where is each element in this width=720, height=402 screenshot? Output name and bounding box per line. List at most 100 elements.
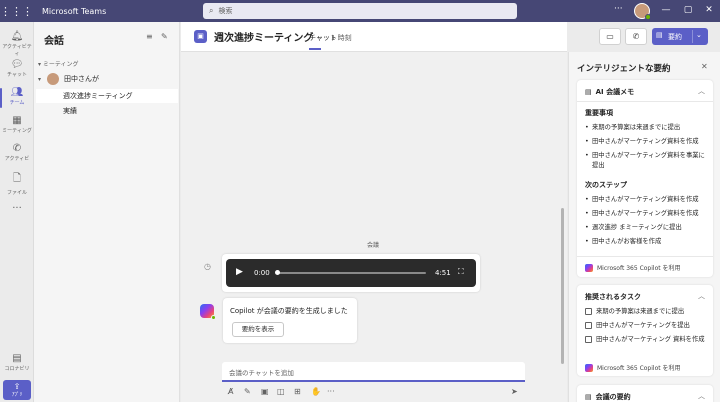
chevron-down-icon: ▾ (38, 75, 42, 83)
send-icon[interactable]: ➤ (511, 387, 518, 396)
suggested-tasks-card: 推奨されるタスク ︿ 来期の予算案は来週までに提出 田中さんがマーケティングを提… (577, 285, 713, 376)
more-options-icon[interactable]: ··· (614, 4, 623, 14)
ai-notes-header[interactable]: ▤ AI 会議メモ (585, 87, 634, 97)
search-input[interactable]: ⌕ 検索 (203, 3, 517, 19)
section-meetings[interactable]: ▾ ミーティング (38, 59, 79, 68)
audio-call-button[interactable]: ✆ (625, 28, 647, 45)
chat-list-pane: 会話 ≡ ✎ ▾ ミーティング ▾ 田中さんが 週次進捗ミーティング 実績 (34, 22, 180, 402)
search-placeholder: 検索 (218, 7, 233, 15)
pen-icon[interactable]: ✎ (244, 387, 251, 396)
conversation-title: 週次進捗ミーティング (214, 33, 314, 44)
task-item[interactable]: 来期の予算案は来週までに提出 (585, 307, 709, 317)
checkbox[interactable] (585, 336, 592, 343)
copilot-attribution-text: Microsoft 365 Copilot を利用 (597, 365, 681, 372)
task-item[interactable]: 田中さんがマーケティングを提出 (585, 321, 709, 331)
gif-icon[interactable]: ▣ (261, 387, 269, 396)
clock-icon: ◷ (204, 262, 211, 271)
chat-item-results[interactable]: 実績 (36, 104, 178, 118)
list-item: 田中さんがマーケティング資料を作成 (585, 195, 709, 205)
conversation-pane: ▣ 週次進捗ミーティング チャット 1 時刻 (181, 22, 567, 402)
list-item: 田中さんがマーケティング資料を作成 (585, 209, 709, 219)
app-launcher-icon[interactable]: ⋮⋮⋮ (0, 5, 33, 18)
app-name: Microsoft Teams (42, 6, 107, 16)
video-call-button[interactable]: ▭ (599, 28, 621, 45)
rail-calls[interactable]: ✆ アクティビ (0, 140, 34, 168)
task-text: 田中さんがマーケティングを提出 (596, 322, 690, 329)
bell-icon: 🔔︎ (10, 31, 24, 42)
user-avatar[interactable] (634, 3, 651, 20)
task-text: 田中さんがマーケティング 資料を作成 (596, 336, 705, 343)
summary-button[interactable]: ▤ 要約 ⌄ (652, 28, 708, 45)
task-item[interactable]: 田中さんがマーケティング 資料を作成 (585, 335, 709, 345)
presence-available-icon (211, 315, 216, 320)
tasks-header[interactable]: 推奨されるタスク (585, 292, 641, 302)
list-item: 来期の予算案は来週までに提出 (585, 123, 709, 133)
message-composer[interactable]: 会議のチャットを追加 (222, 362, 525, 382)
minimize-button[interactable]: — (660, 5, 672, 15)
chevron-down-icon[interactable]: ⌄ (696, 31, 702, 39)
rail-more[interactable]: ··· (0, 200, 34, 228)
meeting-summary-card: ▤ 会議の要約 ︿ (577, 385, 713, 402)
card-divider (577, 101, 713, 102)
fullscreen-icon[interactable]: ⛶ (458, 267, 464, 277)
summary-button-separator (692, 30, 693, 43)
file-icon: 🗋 (12, 173, 22, 184)
list-item: 田中さんがマーケティング資料を事業に提出 (585, 151, 709, 171)
chat-icon: 💬︎ (10, 59, 24, 70)
rail-meetings[interactable]: ▦ ミーティング (0, 112, 34, 140)
key-points-header: 重要事項 (585, 109, 613, 117)
sticker-icon[interactable]: ◫ (277, 387, 285, 396)
meeting-summary-header[interactable]: ▤ 会議の要約 (585, 392, 631, 402)
attach-icon[interactable]: ⊞ (294, 387, 301, 396)
calendar-icon: ▦ (12, 115, 22, 126)
teams-icon: 👥︎ (10, 87, 24, 98)
rail-files-label: ファイル (6, 190, 27, 196)
chat-item-weekly-meeting[interactable]: 週次進捗ミーティング (36, 89, 178, 103)
list-item: 週次進捗 まミーティングに提出 (585, 223, 709, 233)
composer-placeholder: 会議のチャットを追加 (229, 369, 294, 377)
play-icon[interactable]: ▶ (236, 267, 243, 277)
rail-files[interactable]: 🗋 ファイル (0, 168, 34, 196)
rail-store-button[interactable]: ⇪ ｱﾌﾟﾘ (3, 380, 31, 400)
store-icon: ⇪ (13, 382, 21, 391)
rail-apps[interactable]: ▤ コロナビリ (0, 350, 34, 378)
chat-person[interactable]: ▾ 田中さんが (38, 73, 99, 85)
audio-message-card: ▶ 0:00 4:51 ⛶ (222, 254, 480, 292)
maximize-button[interactable]: ▢ (682, 5, 694, 15)
audio-current-time: 0:00 (254, 269, 270, 277)
meeting-summary-title: 会議の要約 (595, 393, 631, 401)
close-window-button[interactable]: ✕ (703, 5, 715, 15)
rail-chat-label: チャット (7, 72, 27, 78)
rail-teams[interactable]: 👥︎ チーム (0, 84, 34, 112)
app-rail: 🔔︎ アクティビティ 💬︎ チャット 👥︎ チーム ▦ ミーティング ✆ アクテ… (0, 22, 34, 402)
checkbox[interactable] (585, 322, 592, 329)
copilot-message: Copilot が会議の要約を生成しました (230, 307, 348, 315)
more-icon[interactable]: ··· (327, 387, 335, 396)
checkbox[interactable] (585, 308, 592, 315)
close-pane-icon[interactable]: ✕ (701, 62, 708, 71)
person-avatar (47, 73, 60, 85)
chevron-up-icon[interactable]: ︿ (698, 391, 705, 401)
rail-chat[interactable]: 💬︎ チャット (0, 56, 34, 84)
audio-progress-track[interactable] (276, 272, 426, 274)
new-chat-icon[interactable]: ✎ (161, 32, 168, 41)
card-divider (577, 256, 713, 257)
copilot-attribution: Microsoft 365 Copilot を利用 (585, 363, 681, 372)
audio-progress-knob[interactable] (275, 270, 280, 275)
phone-icon: ✆ (12, 143, 22, 154)
filter-icon[interactable]: ≡ (146, 32, 153, 41)
chevron-up-icon[interactable]: ︿ (698, 86, 705, 96)
more-apps-icon: ··· (12, 203, 22, 214)
summary-button-label: 要約 (668, 33, 682, 41)
audio-player[interactable]: ▶ 0:00 4:51 ⛶ (226, 259, 476, 287)
tab-time[interactable]: 1 時刻 (331, 33, 352, 43)
praise-icon[interactable]: ✋ (311, 387, 321, 396)
title-bar: ⋮⋮⋮ Microsoft Teams ⌕ 検索 ··· — ▢ ✕ (0, 0, 720, 22)
format-icon[interactable]: A̸ (228, 387, 233, 396)
rail-activity[interactable]: 🔔︎ アクティビティ (0, 28, 34, 57)
chevron-up-icon[interactable]: ︿ (698, 291, 705, 301)
conversation-scrollbar[interactable] (561, 208, 564, 364)
chat-list-header: 会話 (44, 36, 64, 47)
list-item: 田中さんがお客様を作成 (585, 237, 709, 247)
show-summary-button[interactable]: 要約を表示 (232, 322, 284, 337)
